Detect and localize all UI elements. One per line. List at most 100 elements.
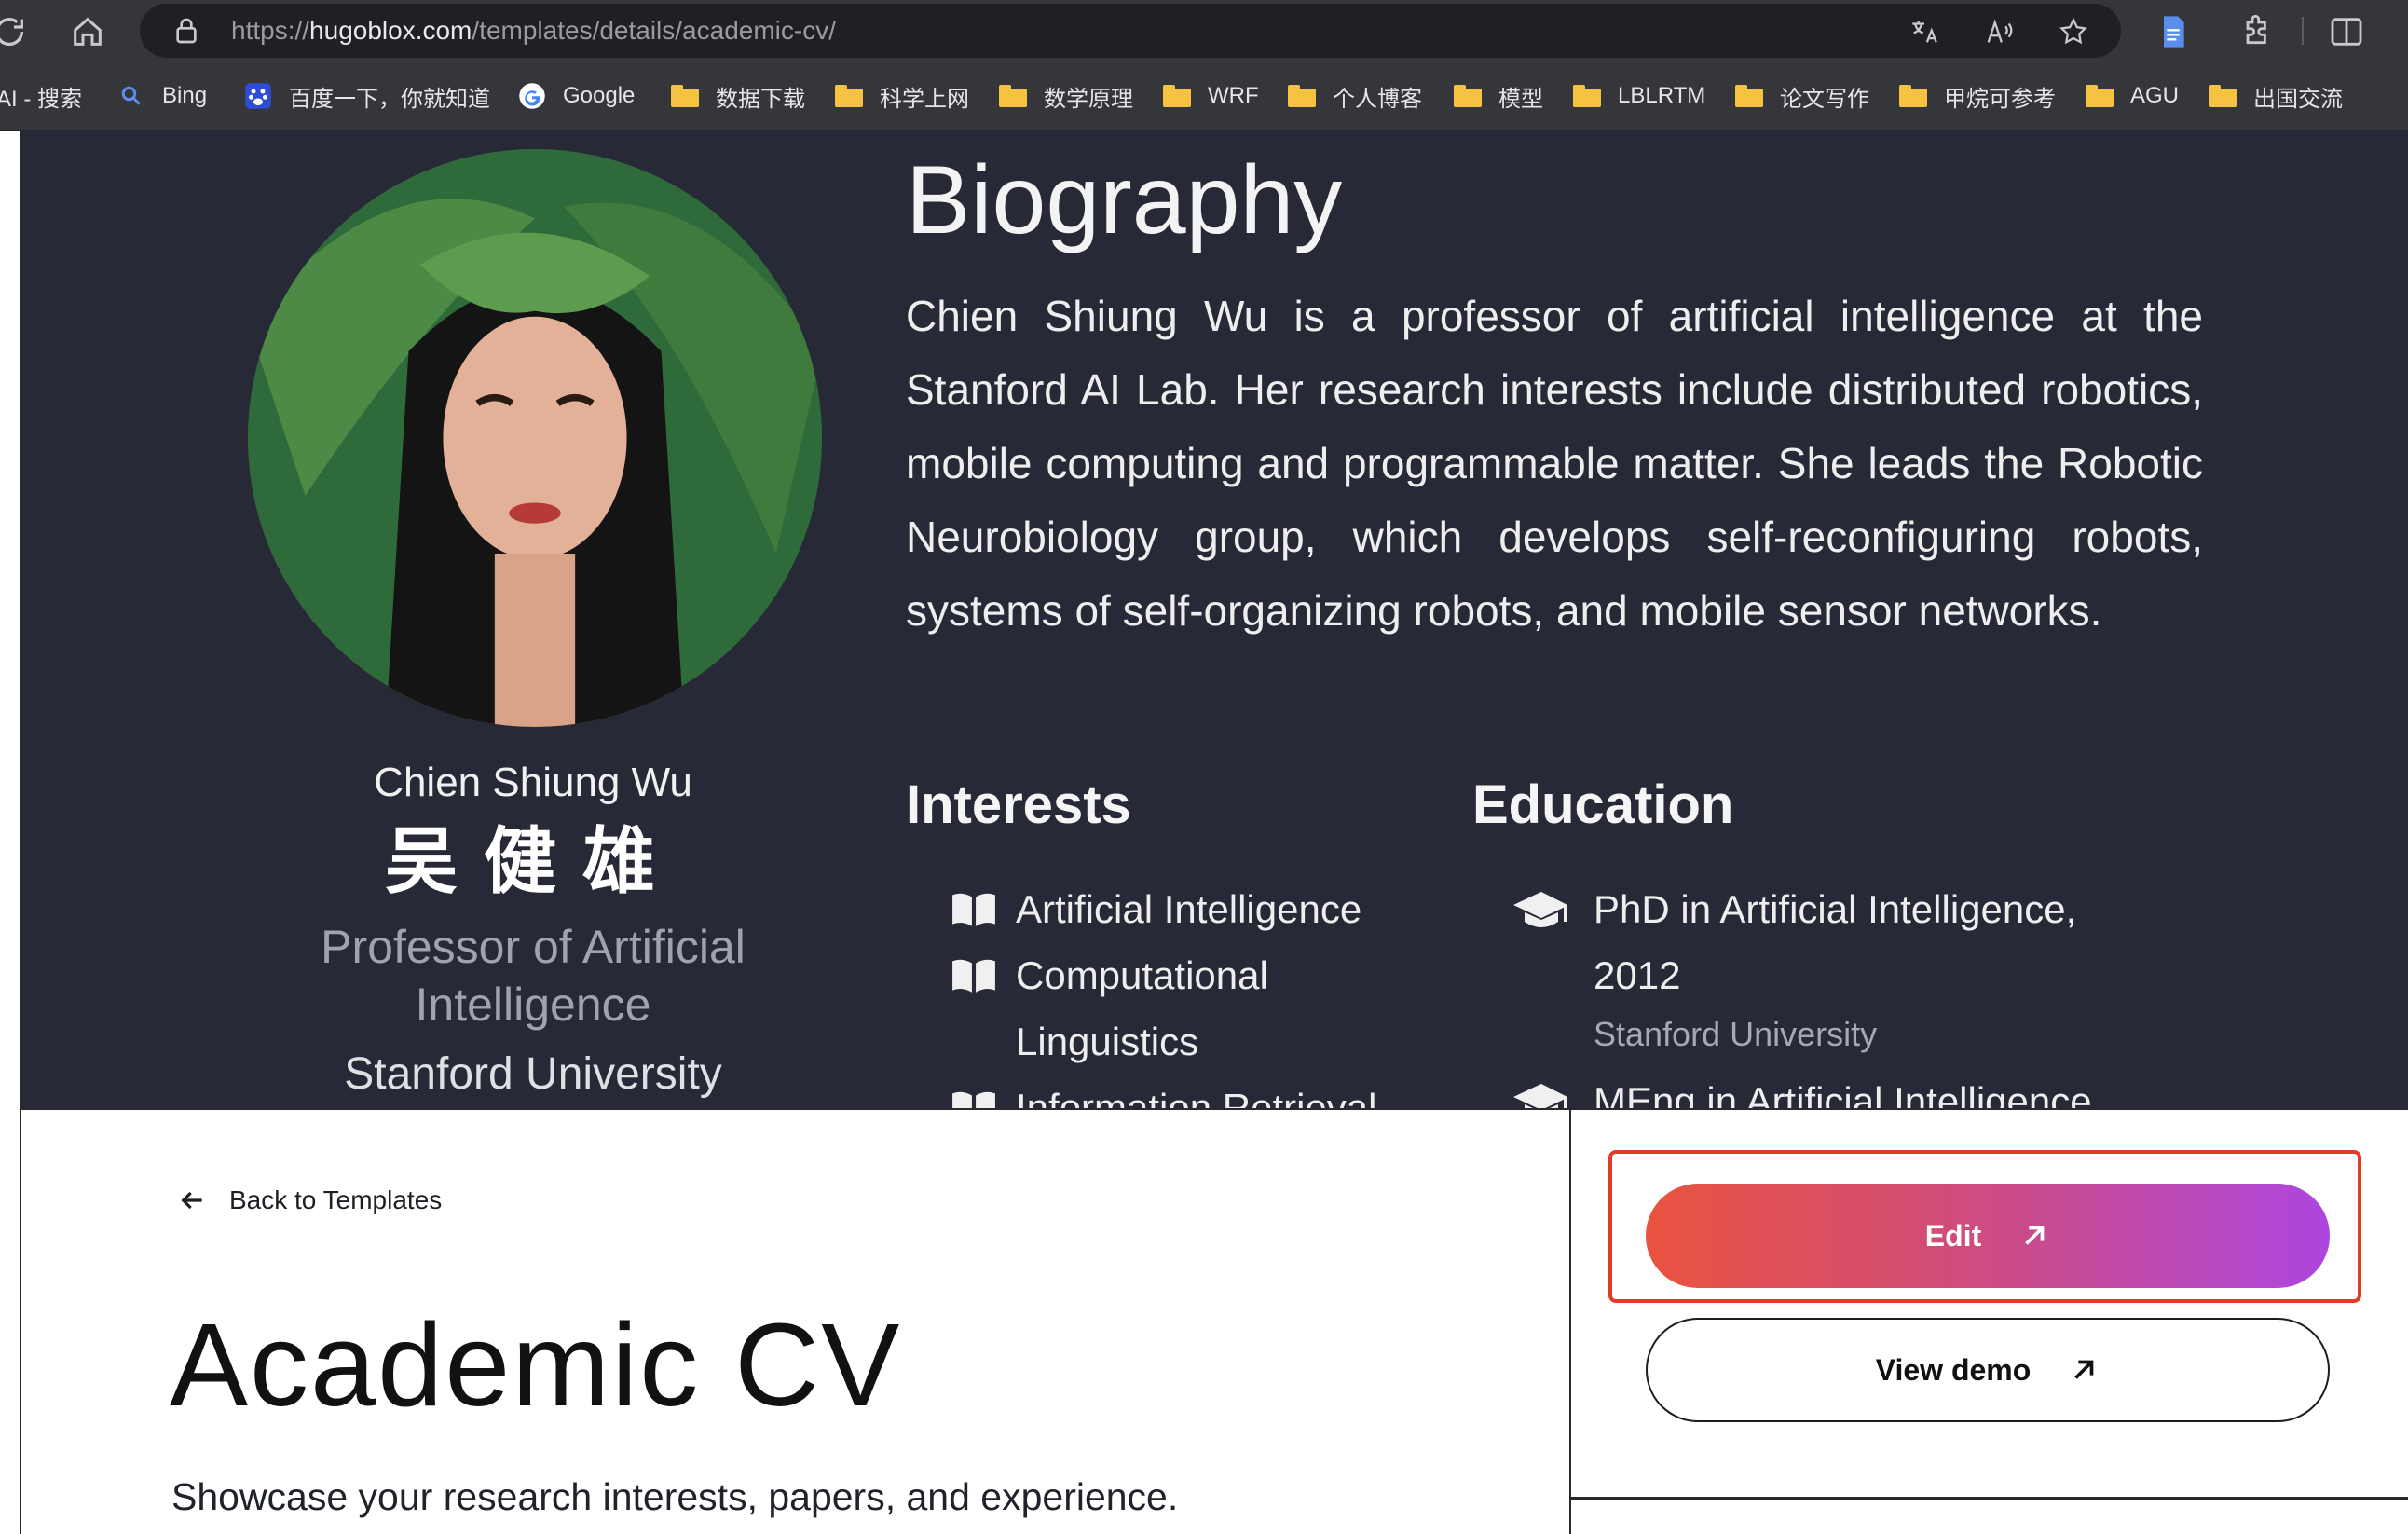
google-icon bbox=[519, 83, 545, 109]
bookmark-bing[interactable]: Bing bbox=[117, 79, 207, 113]
bookmark-label: 百度一下，你就知道 bbox=[289, 86, 490, 112]
url-host: hugoblox.com bbox=[309, 16, 472, 45]
interest-item: Artificial Intelligence bbox=[951, 876, 1435, 942]
interest-item: Information Retrieval bbox=[951, 1075, 1435, 1109]
bookmark-ai-search[interactable]: AI - 搜索 bbox=[0, 79, 82, 113]
education-course: PhD in Artificial Intelligence, 2012 bbox=[1594, 887, 2077, 997]
url-path: /templates/details/academic-cv/ bbox=[472, 16, 836, 45]
bookmark-label: AGU bbox=[2130, 83, 2180, 108]
bookmark-folder[interactable]: AGU bbox=[2086, 79, 2179, 113]
interests-heading: Interests bbox=[906, 774, 1131, 835]
interest-label: Artificial Intelligence bbox=[1016, 887, 1362, 931]
profile-role: Professor of Artificial Intelligence bbox=[321, 921, 746, 1031]
back-link-label: Back to Templates bbox=[229, 1185, 443, 1214]
interest-label: Computational Linguistics bbox=[1016, 953, 1268, 1063]
bookmark-folder[interactable]: LBLRTM bbox=[1573, 79, 1705, 113]
graduation-cap-icon bbox=[1513, 1084, 1567, 1109]
back-to-templates-link[interactable]: Back to Templates bbox=[177, 1185, 442, 1215]
bookmark-label: 出国交流 bbox=[2253, 86, 2343, 112]
browser-toolbar: https://hugoblox.com/templates/details/a… bbox=[0, 0, 2408, 62]
bookmark-label: Google bbox=[563, 83, 636, 108]
bookmark-baidu[interactable]: 百度一下，你就知道 bbox=[244, 79, 490, 113]
bookmark-folder[interactable]: 个人博客 bbox=[1288, 79, 1422, 113]
bookmark-label: AI - 搜索 bbox=[0, 86, 83, 112]
translate-icon[interactable] bbox=[1909, 16, 1940, 48]
bookmark-label: LBLRTM bbox=[1618, 83, 1706, 108]
view-demo-button[interactable]: View demo bbox=[1646, 1318, 2330, 1422]
page-description: Showcase your research interests, papers… bbox=[171, 1475, 1179, 1518]
address-bar[interactable]: https://hugoblox.com/templates/details/a… bbox=[140, 4, 2121, 58]
folder-icon bbox=[999, 85, 1027, 107]
home-icon[interactable] bbox=[69, 13, 106, 50]
content-border bbox=[20, 130, 21, 1534]
arrow-left-icon bbox=[181, 1191, 202, 1210]
graduation-cap-icon bbox=[1513, 892, 1567, 927]
bookmark-google[interactable]: Google bbox=[518, 79, 635, 113]
folder-icon bbox=[671, 85, 699, 107]
bookmark-label: 数学原理 bbox=[1044, 86, 1133, 112]
bookmark-label: 模型 bbox=[1498, 86, 1543, 112]
interests-list: Artificial Intelligence Computational Li… bbox=[951, 876, 1435, 1109]
book-icon bbox=[952, 959, 995, 993]
edit-button[interactable]: Edit bbox=[1646, 1184, 2330, 1288]
education-item: MEng in Artificial Intelligence bbox=[1512, 1068, 2164, 1109]
folder-icon bbox=[1288, 85, 1316, 107]
folder-icon bbox=[1735, 85, 1763, 107]
document-extension-icon[interactable] bbox=[2155, 13, 2192, 50]
toolbar-separator bbox=[2302, 17, 2304, 45]
bing-search-icon bbox=[121, 86, 141, 105]
folder-icon bbox=[835, 85, 863, 107]
bookmark-folder[interactable]: WRF bbox=[1163, 79, 1259, 113]
education-course: MEng in Artificial Intelligence bbox=[1594, 1079, 2092, 1109]
template-preview-image: Chien Shiung Wu 吴健雄 Professor of Artific… bbox=[21, 130, 2408, 1109]
baidu-icon bbox=[245, 83, 271, 109]
education-institution: Stanford University bbox=[1594, 1015, 1878, 1053]
bookmark-folder[interactable]: 出国交流 bbox=[2209, 79, 2343, 113]
bookmark-label: 数据下载 bbox=[716, 86, 805, 112]
folder-icon bbox=[2209, 85, 2237, 107]
book-icon bbox=[952, 1091, 995, 1109]
lock-icon[interactable] bbox=[171, 16, 201, 46]
sidebar-rule bbox=[1571, 1497, 2408, 1500]
reload-icon[interactable] bbox=[0, 13, 28, 50]
column-divider bbox=[1569, 1109, 1571, 1534]
url-text[interactable]: https://hugoblox.com/templates/details/a… bbox=[231, 16, 836, 46]
external-link-arrow-icon bbox=[2025, 1226, 2045, 1245]
split-screen-icon[interactable] bbox=[2328, 13, 2365, 50]
education-list: PhD in Artificial Intelligence, 2012 Sta… bbox=[1512, 876, 2164, 1109]
bookmark-label: 论文写作 bbox=[1780, 86, 1869, 112]
view-demo-label: View demo bbox=[1875, 1352, 2032, 1387]
bookmark-label: 甲烷可参考 bbox=[1944, 86, 2056, 112]
bookmark-folder[interactable]: 科学上网 bbox=[835, 79, 969, 113]
interest-label: Information Retrieval bbox=[1016, 1086, 1377, 1109]
extensions-puzzle-icon[interactable] bbox=[2238, 13, 2276, 50]
bookmark-label: 科学上网 bbox=[880, 86, 969, 112]
bookmark-folder[interactable]: 论文写作 bbox=[1735, 79, 1869, 113]
bookmark-folder[interactable]: 数学原理 bbox=[999, 79, 1133, 113]
profile-name: Chien Shiung Wu bbox=[374, 760, 692, 805]
education-heading: Education bbox=[1472, 774, 1734, 835]
url-prefix: https:// bbox=[231, 16, 310, 45]
bookmark-folder[interactable]: 甲烷可参考 bbox=[1899, 79, 2056, 113]
folder-icon bbox=[1899, 85, 1927, 107]
bookmark-folder[interactable]: 数据下载 bbox=[671, 79, 805, 113]
biography-text: Chien Shiung Wu is a professor of artifi… bbox=[906, 292, 2203, 635]
read-aloud-icon[interactable] bbox=[1983, 16, 2015, 48]
biography-heading: Biography bbox=[906, 146, 1343, 254]
folder-icon bbox=[1454, 85, 1482, 107]
profile-name-chinese: 吴健雄 bbox=[384, 820, 681, 904]
content-border bbox=[21, 1108, 2408, 1110]
bookmark-label: WRF bbox=[1208, 83, 1259, 108]
external-link-arrow-icon bbox=[2074, 1360, 2094, 1379]
interest-item: Computational Linguistics bbox=[951, 942, 1435, 1075]
bookmarks-bar: AI - 搜索 Bing 百度一下，你就知道 Google 数据下载 科学上网 … bbox=[0, 62, 2408, 131]
folder-icon bbox=[2086, 85, 2114, 107]
book-icon bbox=[952, 893, 995, 926]
bookmark-label: Bing bbox=[162, 83, 208, 108]
folder-icon bbox=[1163, 85, 1191, 107]
education-item: PhD in Artificial Intelligence, 2012 Sta… bbox=[1512, 876, 2164, 1061]
profile-organization: Stanford University bbox=[344, 1049, 722, 1099]
bookmark-label: 个人博客 bbox=[1333, 86, 1422, 112]
bookmark-folder[interactable]: 模型 bbox=[1454, 79, 1543, 113]
favorite-star-icon[interactable] bbox=[2058, 16, 2089, 48]
